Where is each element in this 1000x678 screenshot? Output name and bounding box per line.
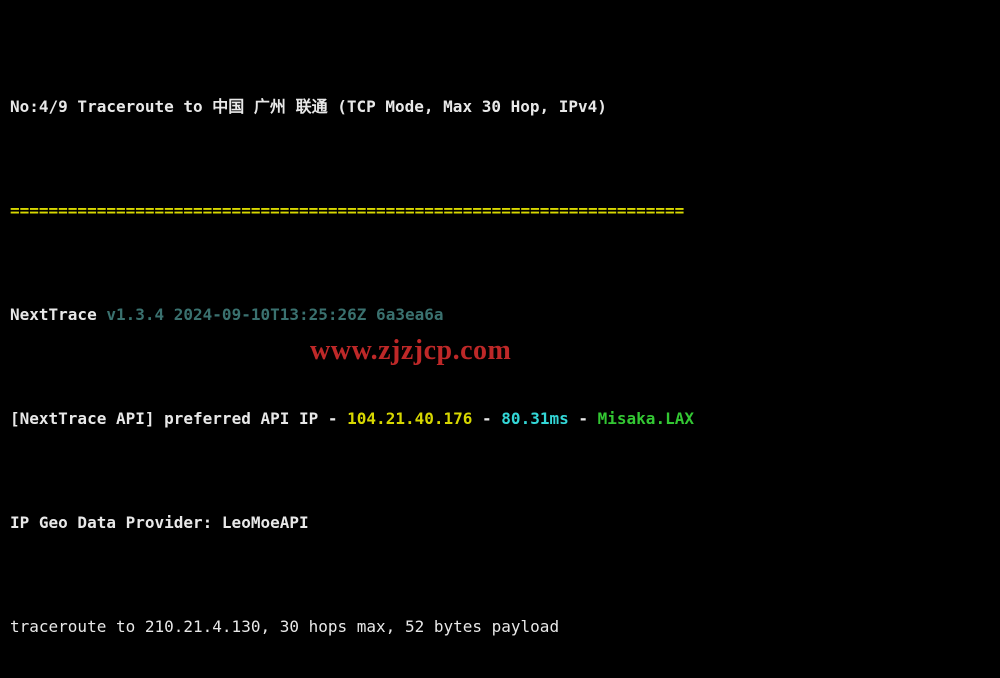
geo-provider: IP Geo Data Provider: LeoMoeAPI	[10, 513, 990, 534]
traceroute-line: traceroute to 210.21.4.130, 30 hops max,…	[10, 617, 990, 638]
rule-line: ========================================…	[10, 201, 990, 222]
api-host: Misaka.LAX	[598, 409, 694, 428]
api-sep1: -	[472, 409, 501, 428]
title-line: No:4/9 Traceroute to 中国 广州 联通 (TCP Mode,…	[10, 97, 990, 118]
api-line: [NextTrace API] preferred API IP - 104.2…	[10, 409, 990, 430]
api-ip: 104.21.40.176	[347, 409, 472, 428]
title-suffix: (TCP Mode, Max 30 Hop, IPv4)	[328, 97, 607, 116]
version-text: v1.3.4 2024-09-10T13:25:26Z 6a3ea6a	[97, 305, 444, 324]
terminal-screen: No:4/9 Traceroute to 中国 广州 联通 (TCP Mode,…	[0, 0, 1000, 678]
program-name: NextTrace	[10, 305, 97, 324]
version-line: NextTrace v1.3.4 2024-09-10T13:25:26Z 6a…	[10, 305, 990, 326]
api-tag: [NextTrace API]	[10, 409, 155, 428]
api-sep2: -	[569, 409, 598, 428]
api-mid: preferred API IP -	[155, 409, 348, 428]
api-ms: 80.31ms	[501, 409, 568, 428]
title-target: 中国 广州 联通	[212, 97, 327, 116]
watermark: www.zjzjcp.com	[310, 333, 511, 369]
title-prefix: No:4/9 Traceroute to	[10, 97, 212, 116]
